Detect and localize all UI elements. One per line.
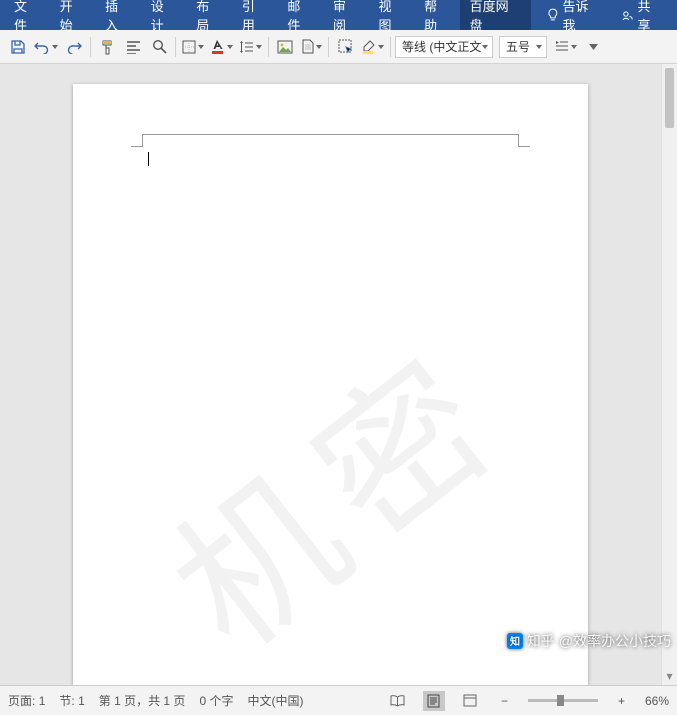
scrollbar-thumb[interactable]	[665, 68, 674, 128]
menu-tell-me[interactable]: 告诉我	[537, 0, 611, 30]
redo-icon	[66, 40, 82, 54]
highlight-icon	[361, 39, 376, 54]
chevron-down-icon	[589, 42, 598, 51]
image-icon	[277, 40, 293, 54]
header-boundary	[143, 134, 518, 146]
page-view-icon	[427, 694, 440, 708]
selection-icon	[338, 39, 353, 54]
zoom-out-button[interactable]: −	[501, 694, 508, 708]
menu-review[interactable]: 审阅	[323, 0, 369, 30]
menu-share[interactable]: 共享	[611, 0, 673, 30]
borders-button[interactable]	[180, 34, 206, 60]
select-objects-button[interactable]	[333, 34, 357, 60]
zoom-slider[interactable]	[528, 699, 598, 702]
border-icon	[182, 40, 196, 54]
paragraph-icon	[555, 40, 569, 53]
find-button[interactable]	[147, 34, 171, 60]
lightbulb-icon	[547, 8, 559, 22]
page-setup-button[interactable]	[299, 34, 324, 60]
format-painter-icon	[100, 39, 115, 55]
menu-references[interactable]: 引用	[232, 0, 278, 30]
view-web-layout-button[interactable]	[459, 691, 481, 711]
menu-home[interactable]: 开始	[50, 0, 96, 30]
status-section[interactable]: 节: 1	[59, 692, 84, 709]
status-bar: 页面: 1 节: 1 第 1 页，共 1 页 0 个字 中文(中国) − + 6…	[0, 685, 677, 715]
menu-mailings[interactable]: 邮件	[277, 0, 323, 30]
zoom-value[interactable]: 66%	[645, 694, 669, 708]
text-cursor	[148, 152, 149, 166]
undo-icon	[34, 40, 50, 54]
zoom-slider-knob[interactable]	[557, 695, 564, 706]
view-print-layout-button[interactable]	[423, 691, 445, 711]
web-view-icon	[463, 694, 477, 707]
status-page-of[interactable]: 第 1 页，共 1 页	[99, 692, 186, 709]
view-read-mode-button[interactable]	[387, 691, 409, 711]
font-color-icon	[210, 39, 225, 54]
vertical-scrollbar[interactable]: ▾	[661, 64, 677, 685]
menu-view[interactable]: 视图	[369, 0, 415, 30]
line-spacing-icon	[239, 40, 254, 54]
font-color-button[interactable]	[208, 34, 235, 60]
paragraph-options-button[interactable]	[553, 34, 579, 60]
menu-baidu-netdisk[interactable]: 百度网盘	[460, 0, 531, 30]
font-name-selector[interactable]: 等线 (中文正文)	[395, 36, 493, 58]
page-icon	[301, 39, 314, 54]
undo-button[interactable]	[32, 34, 60, 60]
font-size-selector[interactable]: 五号	[499, 36, 547, 58]
menu-layout[interactable]: 布局	[186, 0, 232, 30]
save-icon	[10, 39, 26, 55]
menu-bar: 文件 开始 插入 设计 布局 引用 邮件 审阅 视图 帮助 百度网盘 告诉我 共…	[0, 0, 677, 30]
zoom-in-button[interactable]: +	[618, 694, 625, 708]
insert-image-button[interactable]	[273, 34, 297, 60]
quick-toolbar: 等线 (中文正文) 五号	[0, 30, 677, 64]
save-button[interactable]	[6, 34, 30, 60]
watermark-text: 机密	[117, 288, 544, 685]
search-icon	[152, 39, 167, 54]
align-left-icon	[126, 40, 141, 54]
menu-file[interactable]: 文件	[4, 0, 50, 30]
status-page[interactable]: 页面: 1	[8, 692, 45, 709]
status-word-count[interactable]: 0 个字	[199, 692, 233, 709]
menu-insert[interactable]: 插入	[95, 0, 141, 30]
document-area[interactable]: 机密	[0, 64, 661, 685]
toolbar-overflow-button[interactable]	[581, 34, 605, 60]
book-icon	[390, 694, 405, 707]
format-painter-button[interactable]	[95, 34, 119, 60]
share-icon	[621, 9, 634, 22]
highlight-button[interactable]	[359, 34, 386, 60]
scroll-down-button[interactable]: ▾	[662, 669, 677, 683]
redo-button[interactable]	[62, 34, 86, 60]
line-spacing-button[interactable]	[237, 34, 264, 60]
status-language[interactable]: 中文(中国)	[247, 692, 303, 709]
workspace: 机密 ▾ 知 知乎 @效率办公小技巧	[0, 64, 677, 685]
menu-help[interactable]: 帮助	[414, 0, 460, 30]
menu-design[interactable]: 设计	[141, 0, 187, 30]
document-page[interactable]: 机密	[73, 84, 588, 685]
align-button[interactable]	[121, 34, 145, 60]
